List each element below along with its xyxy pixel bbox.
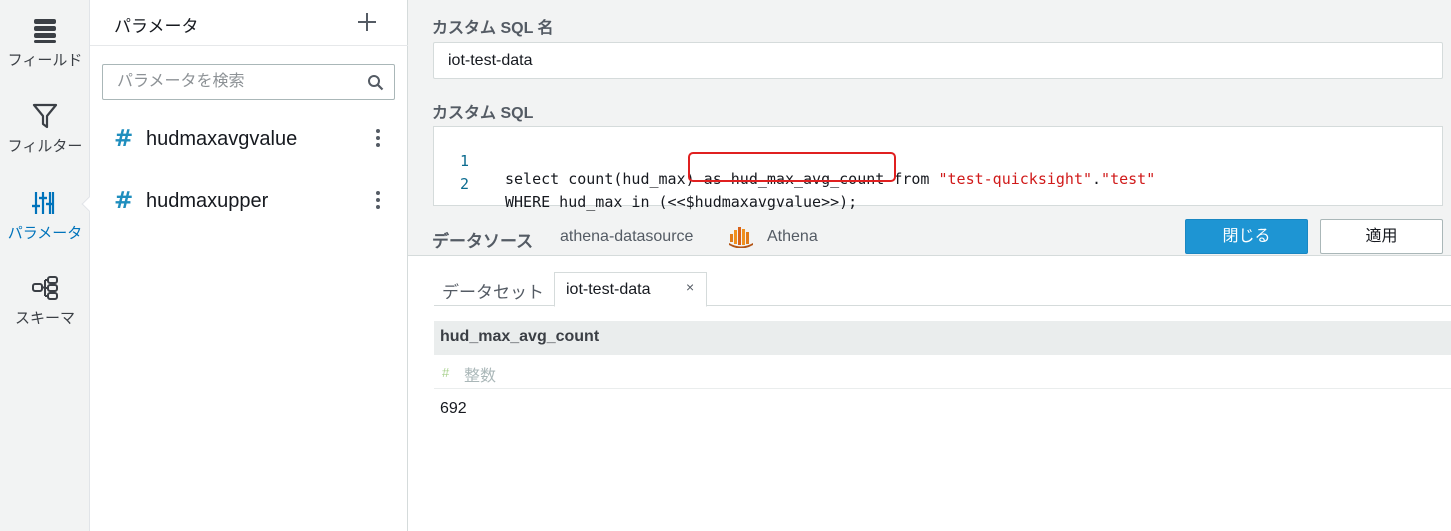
code-line: 1 select count(hud_max) as hud_max_avg_c…	[434, 134, 1155, 188]
code-segment: .	[1092, 170, 1102, 188]
rail-item-fields[interactable]: フィールド	[0, 16, 90, 70]
custom-sql-editor: カスタム SQL 名 カスタム SQL 1 select count(hud_m…	[408, 0, 1451, 256]
results-tab-bar: データセット iot-test-data ×	[434, 272, 1451, 307]
column-type: 整数	[464, 368, 497, 385]
datasource-type: Athena	[767, 228, 818, 245]
parameter-item[interactable]: # hudmaxupper	[90, 180, 408, 224]
column-type-row: # 整数	[434, 355, 1451, 389]
datasource-name: athena-datasource	[560, 228, 694, 245]
more-options-icon[interactable]	[370, 188, 386, 212]
column-header[interactable]: hud_max_avg_count	[434, 321, 1451, 355]
rail-label-filters: フィルター	[7, 138, 83, 155]
tab-label: iot-test-data	[566, 281, 651, 298]
parameter-search-box	[102, 64, 395, 100]
search-icon[interactable]	[367, 74, 384, 91]
athena-icon	[729, 227, 753, 248]
left-nav-rail: フィールド フィルター パラメータ スキーマ	[0, 0, 99, 531]
column-name: hud_max_avg_count	[440, 328, 600, 345]
close-button[interactable]: 閉じる	[1185, 219, 1308, 254]
sql-name-label: カスタム SQL 名	[432, 20, 554, 37]
parameter-search-input[interactable]	[103, 65, 363, 99]
number-type-icon: #	[114, 126, 134, 152]
sql-code-editor[interactable]: 1 select count(hud_max) as hud_max_avg_c…	[433, 126, 1443, 211]
parameter-item[interactable]: # hudmaxavgvalue	[90, 118, 408, 162]
code-string: "test-quicksight"	[938, 170, 1093, 188]
rail-label-fields: フィールド	[7, 52, 83, 69]
code-string: "test"	[1101, 170, 1156, 188]
close-tab-icon[interactable]: ×	[686, 279, 694, 295]
query-results: データセット iot-test-data × hud_max_avg_count…	[408, 257, 1451, 531]
sql-name-field-box	[433, 42, 1443, 79]
rail-item-schema[interactable]: スキーマ	[0, 274, 90, 328]
parameter-name: hudmaxupper	[146, 190, 269, 212]
apply-button[interactable]: 適用	[1320, 219, 1443, 254]
sql-label: カスタム SQL	[432, 105, 534, 122]
table-cell: 692	[440, 400, 467, 417]
rail-label-parameters: パラメータ	[7, 225, 83, 242]
number-type-icon: #	[114, 188, 134, 214]
datasource-label: データソース	[432, 232, 534, 251]
schema-icon	[32, 276, 58, 300]
rail-label-schema: スキーマ	[14, 310, 75, 327]
parameters-panel-title: パラメータ	[114, 17, 199, 36]
highlight-annotation-box	[688, 152, 896, 182]
rail-item-filters[interactable]: フィルター	[0, 102, 90, 156]
database-icon	[34, 19, 56, 43]
number-type-icon: #	[442, 365, 450, 380]
tab-dataset[interactable]: データセット	[442, 278, 544, 303]
parameters-panel: パラメータ # hudmaxavgvalue # hudmaxupper	[90, 0, 408, 531]
sql-name-input[interactable]	[434, 43, 1442, 78]
code-line: 2 WHERE hud_max in (<<$hudmaxavgvalue>>)…	[434, 157, 857, 211]
tab-iot-test-data[interactable]: iot-test-data ×	[554, 272, 707, 307]
sliders-icon	[32, 192, 55, 214]
line-number: 2	[460, 175, 470, 193]
code-text: WHERE hud_max in (<<$hudmaxavgvalue>>);	[505, 193, 858, 211]
add-parameter-plus-icon[interactable]	[354, 9, 380, 35]
parameters-panel-header: パラメータ	[90, 0, 408, 46]
more-options-icon[interactable]	[370, 126, 386, 150]
filter-icon	[32, 103, 58, 129]
parameter-name: hudmaxavgvalue	[146, 128, 298, 150]
rail-item-parameters[interactable]: パラメータ	[0, 189, 90, 243]
